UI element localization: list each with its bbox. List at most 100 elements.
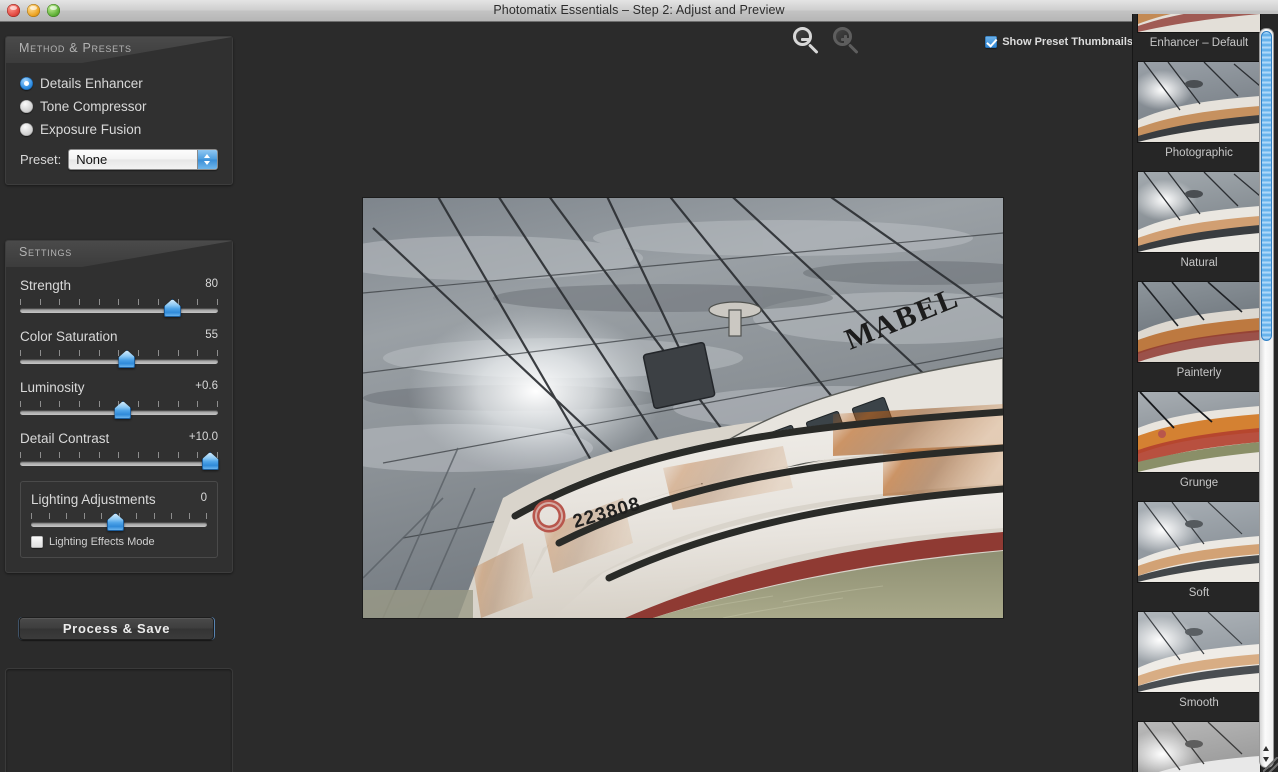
window-resize-grip[interactable] xyxy=(1263,757,1278,772)
slider-color-saturation-head: Color Saturation 55 xyxy=(20,328,218,346)
radio-icon-tone-compressor[interactable] xyxy=(20,100,33,113)
radio-label-details-enhancer: Details Enhancer xyxy=(40,76,143,91)
preset-label-natural: Natural xyxy=(1180,257,1218,269)
zoom-out-button[interactable] xyxy=(793,27,823,57)
checkbox-show-preset-thumbnails[interactable] xyxy=(985,36,998,48)
radio-icon-details-enhancer[interactable] xyxy=(20,77,33,90)
preset-item-enhancer-default[interactable]: Enhancer – Default xyxy=(1138,14,1260,49)
preset-label: Preset: xyxy=(20,152,62,167)
title-bar: Photomatix Essentials – Step 2: Adjust a… xyxy=(0,0,1278,22)
method-presets-body: Details Enhancer Tone Compressor Exposur… xyxy=(6,63,232,184)
window-title: Photomatix Essentials – Step 2: Adjust a… xyxy=(493,3,785,17)
slider-strength-ticks xyxy=(20,299,218,306)
slider-color-saturation-thumb[interactable] xyxy=(118,350,136,368)
info-panel xyxy=(5,668,233,772)
zoom-in-button[interactable] xyxy=(833,27,863,57)
slider-color-saturation-label: Color Saturation xyxy=(20,329,118,344)
preset-thumbnail-painterly[interactable] xyxy=(1138,282,1260,362)
slider-strength-value: 80 xyxy=(205,278,218,290)
preset-item-grunge[interactable]: Grunge xyxy=(1138,392,1260,489)
show-preset-thumbnails-row[interactable]: Show Preset Thumbnails xyxy=(985,36,1133,48)
method-presets-header: Method & Presets xyxy=(6,37,232,63)
slider-detail-contrast-value: +10.0 xyxy=(188,431,218,443)
slider-luminosity-value: +0.6 xyxy=(195,380,218,392)
slider-detail-contrast-thumb[interactable] xyxy=(201,452,219,470)
slider-lighting-track[interactable] xyxy=(31,513,207,531)
slider-luminosity-label: Luminosity xyxy=(20,380,85,395)
lighting-effects-mode-label: Lighting Effects Mode xyxy=(49,536,155,548)
radio-tone-compressor[interactable]: Tone Compressor xyxy=(20,96,218,117)
preset-thumbnails-panel[interactable]: Enhancer – Default Photographic Natural … xyxy=(1132,14,1278,772)
radio-details-enhancer[interactable]: Details Enhancer xyxy=(20,73,218,94)
slider-strength-track[interactable] xyxy=(20,299,218,317)
preset-thumbnail-natural[interactable] xyxy=(1138,172,1260,252)
preset-label-grunge: Grunge xyxy=(1179,477,1219,489)
slider-lighting-value: 0 xyxy=(200,492,207,504)
preset-scrollbar[interactable] xyxy=(1259,28,1274,768)
radio-exposure-fusion[interactable]: Exposure Fusion xyxy=(20,119,218,140)
preset-thumbnail-black-white[interactable] xyxy=(1138,722,1260,772)
slider-detail-contrast-track[interactable] xyxy=(20,452,219,470)
magnifier-handle xyxy=(807,43,819,55)
preset-thumbnail-soft[interactable] xyxy=(1138,502,1260,582)
preview-image[interactable]: MABEL 223808 xyxy=(363,198,1003,618)
slider-luminosity-track[interactable] xyxy=(20,401,218,419)
show-preset-thumbnails-label: Show Preset Thumbnails xyxy=(1002,36,1133,48)
chevron-updown-icon[interactable] xyxy=(197,150,217,169)
settings-title: Settings xyxy=(19,245,72,259)
process-save-button[interactable]: Process & Save xyxy=(19,617,214,640)
preset-thumbnail-enhancer-default[interactable] xyxy=(1138,14,1260,32)
slider-color-saturation-value: 55 xyxy=(205,329,218,341)
preset-item-natural[interactable]: Natural xyxy=(1138,172,1260,269)
preset-label-painterly: Painterly xyxy=(1176,367,1222,379)
slider-luminosity: Luminosity +0.6 xyxy=(20,379,218,419)
settings-panel: Settings Strength 80 Color Saturation 55… xyxy=(5,240,233,573)
plus-glyph-v xyxy=(844,34,847,45)
slider-color-saturation: Color Saturation 55 xyxy=(20,328,218,368)
preset-thumbnail-grunge[interactable] xyxy=(1138,392,1260,472)
preset-scrollbar-thumb[interactable] xyxy=(1261,31,1272,341)
radio-icon-exposure-fusion[interactable] xyxy=(20,123,33,136)
slider-color-saturation-track[interactable] xyxy=(20,350,218,368)
checkbox-lighting-effects-mode[interactable] xyxy=(31,536,43,548)
preset-select[interactable]: None xyxy=(68,149,218,170)
slider-luminosity-head: Luminosity +0.6 xyxy=(20,379,218,397)
slider-detail-contrast: Detail Contrast +10.0 xyxy=(20,430,219,470)
preset-item-painterly[interactable]: Painterly xyxy=(1138,282,1260,379)
preset-label-photographic: Photographic xyxy=(1165,147,1233,159)
preset-label-smooth: Smooth xyxy=(1179,697,1219,709)
slider-strength-label: Strength xyxy=(20,278,72,293)
preset-select-value: None xyxy=(76,152,108,167)
slider-detail-contrast-ticks xyxy=(20,452,218,459)
preset-thumbnail-smooth[interactable] xyxy=(1138,612,1260,692)
radio-label-tone-compressor: Tone Compressor xyxy=(40,99,147,114)
slider-strength: Strength 80 xyxy=(20,277,218,317)
preset-item-soft[interactable]: Soft xyxy=(1138,502,1260,599)
preset-item-black-white[interactable]: Black & White xyxy=(1138,722,1260,772)
method-presets-panel: Method & Presets Details Enhancer Tone C… xyxy=(5,36,233,185)
slider-strength-head: Strength 80 xyxy=(20,277,218,295)
preview-image-graphic: MABEL 223808 xyxy=(363,198,1003,618)
slider-lighting-head: Lighting Adjustments 0 xyxy=(31,491,207,509)
preset-label-soft: Soft xyxy=(1188,587,1210,599)
app-window: Photomatix Essentials – Step 2: Adjust a… xyxy=(0,0,1278,772)
slider-strength-thumb[interactable] xyxy=(163,299,181,317)
lighting-effects-mode-row[interactable]: Lighting Effects Mode xyxy=(31,536,207,548)
lighting-adjustments-group: Lighting Adjustments 0 Lighting Effects … xyxy=(20,481,218,558)
slider-lighting-label: Lighting Adjustments xyxy=(31,492,156,507)
slider-lighting-thumb[interactable] xyxy=(106,513,124,531)
slider-detail-contrast-head: Detail Contrast +10.0 xyxy=(20,430,218,448)
minus-glyph xyxy=(800,38,811,41)
preset-item-photographic[interactable]: Photographic xyxy=(1138,62,1260,159)
scroll-up-arrow-icon[interactable] xyxy=(1261,743,1272,754)
magnifier-handle xyxy=(847,43,859,55)
preset-thumbnail-photographic[interactable] xyxy=(1138,62,1260,142)
left-sidebar: Method & Presets Details Enhancer Tone C… xyxy=(0,22,250,772)
preset-item-smooth[interactable]: Smooth xyxy=(1138,612,1260,709)
method-presets-title: Method & Presets xyxy=(19,41,132,55)
slider-detail-contrast-label: Detail Contrast xyxy=(20,431,110,446)
preset-label-enhancer-default: Enhancer – Default xyxy=(1149,37,1249,49)
settings-body: Strength 80 Color Saturation 55 Luminosi… xyxy=(6,267,232,572)
preset-row: Preset: None xyxy=(20,149,218,170)
slider-luminosity-thumb[interactable] xyxy=(114,401,132,419)
